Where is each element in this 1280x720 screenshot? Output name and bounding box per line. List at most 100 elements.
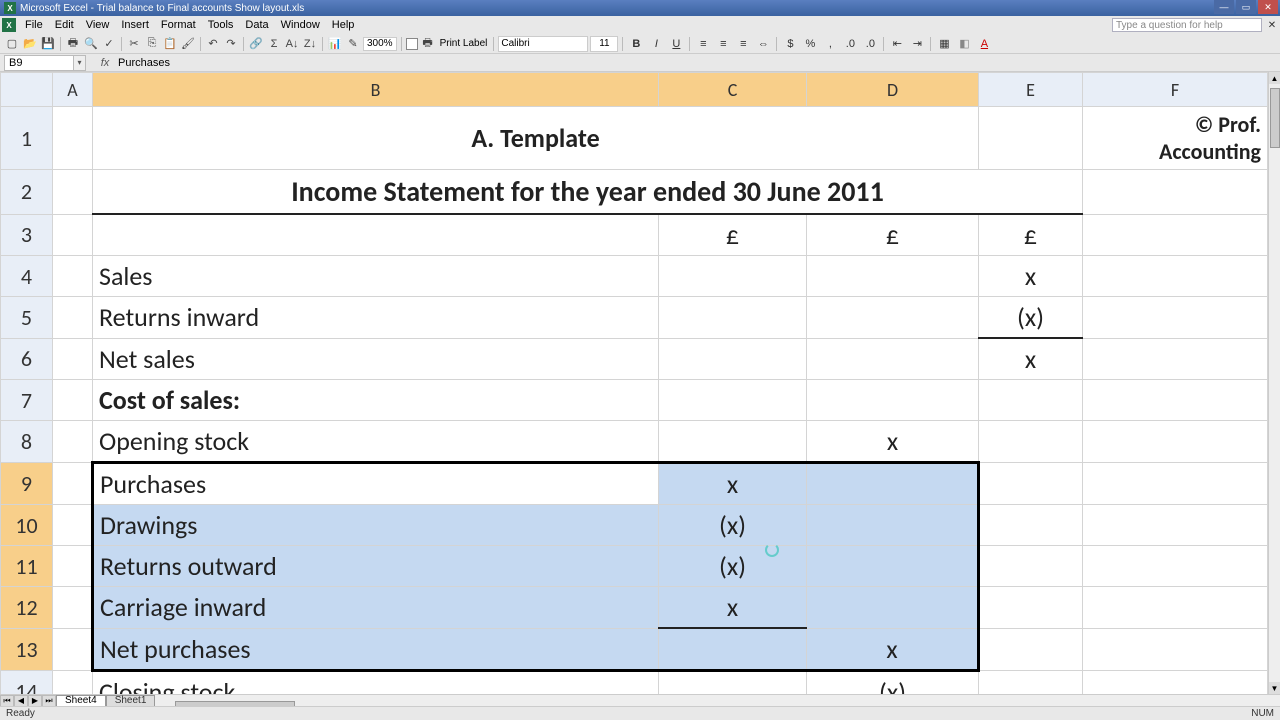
cell-d9[interactable] — [807, 463, 979, 505]
vertical-scrollbar[interactable]: ▲ ▼ — [1268, 72, 1280, 694]
cell-f9[interactable] — [1083, 463, 1268, 505]
percent-icon[interactable]: % — [801, 36, 819, 52]
cell-a3[interactable] — [53, 214, 93, 256]
italic-icon[interactable]: I — [647, 36, 665, 52]
align-center-icon[interactable]: ≡ — [714, 36, 732, 52]
row-header-3[interactable]: 3 — [1, 214, 53, 256]
scroll-thumb[interactable] — [1270, 88, 1280, 148]
row-header-1[interactable]: 1 — [1, 107, 53, 170]
col-header-b[interactable]: B — [93, 73, 659, 107]
sort-desc-icon[interactable]: Z↓ — [302, 36, 318, 52]
cell-b2-merged[interactable]: Income Statement for the year ended 30 J… — [93, 170, 1083, 215]
menu-insert[interactable]: Insert — [115, 17, 155, 33]
menu-format[interactable]: Format — [155, 17, 202, 33]
cell-e9[interactable] — [979, 463, 1083, 505]
chart-icon[interactable]: 📊 — [327, 36, 343, 52]
sheet-tab-other[interactable]: Sheet1 — [106, 695, 156, 707]
autosum-icon[interactable]: Σ — [266, 36, 282, 52]
cell-c3[interactable]: £ — [659, 214, 807, 256]
zoom-level[interactable]: 300% — [363, 37, 397, 51]
cell-d7[interactable] — [807, 380, 979, 421]
cell-c5[interactable] — [659, 297, 807, 339]
cell-c8[interactable] — [659, 421, 807, 463]
increase-indent-icon[interactable]: ⇥ — [908, 36, 926, 52]
cell-b7[interactable]: Cost of sales: — [93, 380, 659, 421]
align-right-icon[interactable]: ≡ — [734, 36, 752, 52]
comma-icon[interactable]: , — [821, 36, 839, 52]
row-header-5[interactable]: 5 — [1, 297, 53, 339]
menu-help[interactable]: Help — [326, 17, 361, 33]
print-icon[interactable]: 🖶 — [65, 36, 81, 52]
cell-f14[interactable] — [1083, 670, 1268, 694]
open-icon[interactable]: 📂 — [22, 36, 38, 52]
new-icon[interactable]: ▢ — [4, 36, 20, 52]
cell-b14[interactable]: Closing stock — [93, 670, 659, 694]
scroll-up-icon[interactable]: ▲ — [1269, 72, 1280, 84]
cell-a5[interactable] — [53, 297, 93, 339]
merge-center-icon[interactable]: ⇔ — [754, 36, 772, 52]
fill-color-icon[interactable]: ◧ — [955, 36, 973, 52]
row-header-4[interactable]: 4 — [1, 256, 53, 297]
cell-f5[interactable] — [1083, 297, 1268, 339]
cell-d12[interactable] — [807, 587, 979, 629]
cell-a14[interactable] — [53, 670, 93, 694]
hyperlink-icon[interactable]: 🔗 — [248, 36, 264, 52]
cell-d13[interactable]: x — [807, 628, 979, 670]
cell-d6[interactable] — [807, 338, 979, 380]
cell-f12[interactable] — [1083, 587, 1268, 629]
cell-a13[interactable] — [53, 628, 93, 670]
col-header-f[interactable]: F — [1083, 73, 1268, 107]
minimize-button[interactable]: — — [1214, 0, 1234, 14]
cell-f1[interactable]: © Prof. Accounting — [1083, 107, 1268, 170]
cell-e11[interactable] — [979, 546, 1083, 587]
col-header-c[interactable]: C — [659, 73, 807, 107]
bold-icon[interactable]: B — [627, 36, 645, 52]
fx-icon[interactable]: fx — [96, 57, 114, 69]
paste-icon[interactable]: 📋 — [162, 36, 178, 52]
cell-e6[interactable]: x — [979, 338, 1083, 380]
row-header-7[interactable]: 7 — [1, 380, 53, 421]
name-box-dropdown-icon[interactable]: ▾ — [74, 55, 86, 71]
cell-e4[interactable]: x — [979, 256, 1083, 297]
cell-b13[interactable]: Net purchases — [93, 628, 659, 670]
cell-e13[interactable] — [979, 628, 1083, 670]
printer-icon[interactable]: 🖶 — [420, 36, 436, 52]
undo-icon[interactable]: ↶ — [205, 36, 221, 52]
cell-b8[interactable]: Opening stock — [93, 421, 659, 463]
cell-e8[interactable] — [979, 421, 1083, 463]
cell-b6[interactable]: Net sales — [93, 338, 659, 380]
increase-decimal-icon[interactable]: .0 — [841, 36, 859, 52]
spelling-icon[interactable]: ✓ — [101, 36, 117, 52]
cell-a7[interactable] — [53, 380, 93, 421]
col-header-d[interactable]: D — [807, 73, 979, 107]
cut-icon[interactable]: ✂ — [126, 36, 142, 52]
cell-b9[interactable]: Purchases — [93, 463, 659, 505]
font-name-box[interactable] — [498, 36, 588, 52]
cell-a6[interactable] — [53, 338, 93, 380]
cell-e14[interactable] — [979, 670, 1083, 694]
menu-view[interactable]: View — [80, 17, 116, 33]
cell-c9[interactable]: x — [659, 463, 807, 505]
col-header-a[interactable]: A — [53, 73, 93, 107]
font-color-icon[interactable]: A — [975, 36, 993, 52]
copy-icon[interactable]: ⎘ — [144, 36, 160, 52]
cell-a9[interactable] — [53, 463, 93, 505]
redo-icon[interactable]: ↷ — [223, 36, 239, 52]
cell-c6[interactable] — [659, 338, 807, 380]
cell-d8[interactable]: x — [807, 421, 979, 463]
decrease-decimal-icon[interactable]: .0 — [861, 36, 879, 52]
currency-icon[interactable]: $ — [781, 36, 799, 52]
cell-b10[interactable]: Drawings — [93, 505, 659, 546]
format-painter-icon[interactable]: 🖌 — [180, 36, 196, 52]
cell-f4[interactable] — [1083, 256, 1268, 297]
cell-d3[interactable]: £ — [807, 214, 979, 256]
cell-b1-merged[interactable]: A. Template — [93, 107, 979, 170]
row-header-12[interactable]: 12 — [1, 587, 53, 629]
menu-window[interactable]: Window — [275, 17, 326, 33]
borders-icon[interactable]: ▦ — [935, 36, 953, 52]
decrease-indent-icon[interactable]: ⇤ — [888, 36, 906, 52]
cell-e12[interactable] — [979, 587, 1083, 629]
workbook-close-button[interactable]: ✕ — [1266, 19, 1278, 31]
save-icon[interactable]: 💾 — [40, 36, 56, 52]
tab-first-icon[interactable]: ⏮ — [0, 695, 14, 707]
